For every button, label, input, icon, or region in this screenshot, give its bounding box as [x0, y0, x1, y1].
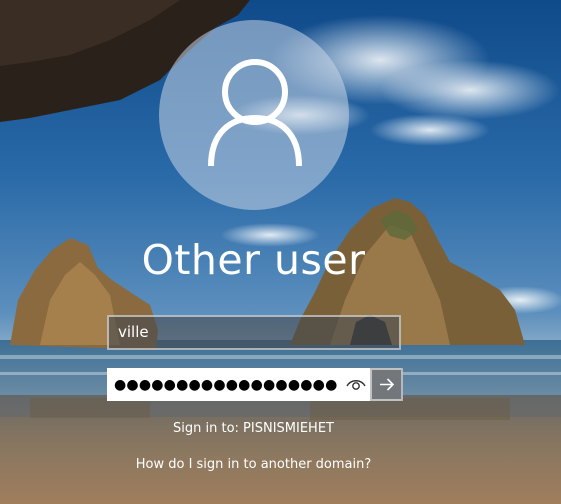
sign-in-domain-label: Sign in to: PISNISMIEHET: [173, 421, 334, 436]
username-input[interactable]: ville: [107, 315, 401, 350]
password-input[interactable]: ●●●●●●●●●●●●●●●●●●●: [109, 370, 337, 399]
arrow-right-icon: [380, 378, 395, 391]
submit-button[interactable]: [370, 368, 403, 401]
other-domain-link[interactable]: How do I sign in to another domain?: [0, 456, 507, 474]
user-silhouette-icon: [208, 59, 302, 167]
eye-icon: [346, 380, 366, 390]
reveal-password-button[interactable]: [343, 370, 369, 399]
user-avatar: [159, 20, 349, 210]
user-display-name: Other user: [141, 236, 366, 284]
password-box: ●●●●●●●●●●●●●●●●●●●: [107, 368, 403, 401]
lock-screen: Other user ville ●●●●●●●●●●●●●●●●●●● Sig…: [0, 0, 561, 504]
